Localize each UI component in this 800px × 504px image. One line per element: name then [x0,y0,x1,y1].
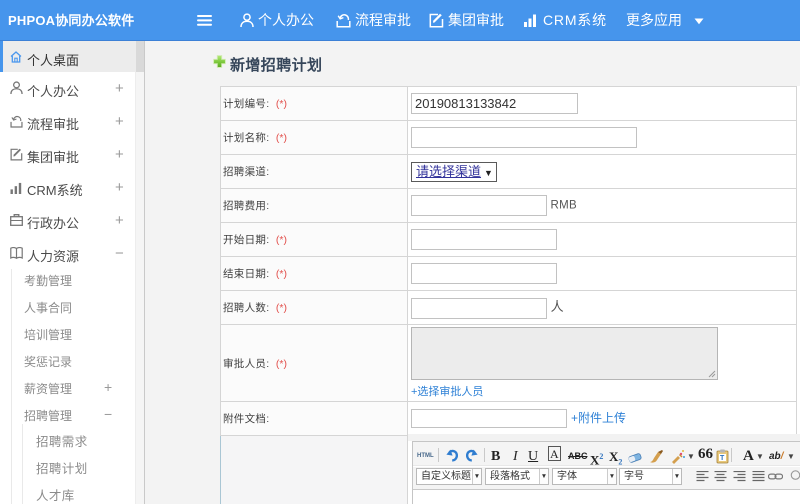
svg-text:T: T [720,455,725,462]
